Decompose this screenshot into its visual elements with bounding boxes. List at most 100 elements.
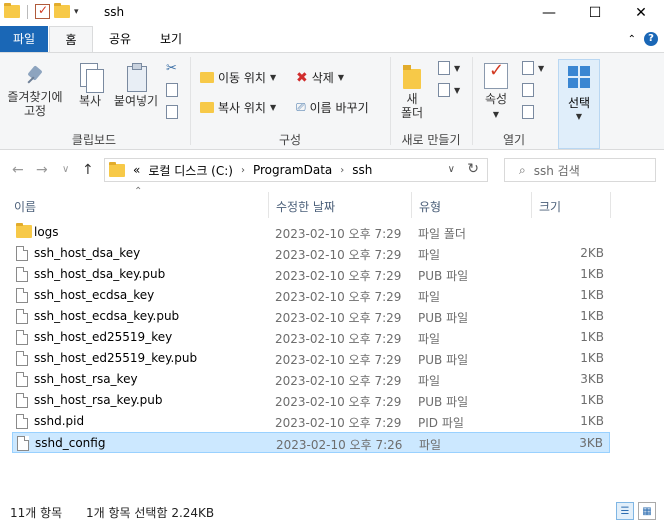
minimize-button[interactable]: — [526, 0, 572, 26]
organize-group-label: 구성 [278, 133, 302, 147]
file-name: sshd.pid [34, 414, 85, 428]
breadcrumb-local-disk[interactable]: 로컬 디스크 (C:) [148, 162, 233, 179]
new-folder-icon[interactable] [54, 3, 70, 18]
recent-locations-icon[interactable]: ∨ [62, 164, 69, 175]
rename-button[interactable]: ⎚ 이름 바꾸기 [296, 99, 369, 116]
history-button[interactable] [522, 105, 534, 119]
rename-label: 이름 바꾸기 [309, 101, 369, 115]
list-item[interactable]: ssh_host_ed25519_key 2023-02-10 오후 7:29 … [12, 327, 610, 348]
list-item[interactable]: ssh_host_dsa_key.pub 2023-02-10 오후 7:29 … [12, 264, 610, 285]
file-date: 2023-02-10 오후 7:29 [275, 227, 402, 241]
maximize-button[interactable]: ☐ [572, 0, 618, 26]
file-size: 3KB [580, 372, 604, 386]
back-icon[interactable]: ← [12, 162, 24, 178]
file-size: 3KB [579, 436, 603, 450]
list-item[interactable]: logs 2023-02-10 오후 7:29 파일 폴더 [12, 222, 610, 243]
collapse-ribbon-icon[interactable]: ⌃ [628, 34, 636, 45]
easy-access-icon [438, 83, 450, 97]
search-input[interactable]: ⌕ ssh 검색 [504, 158, 656, 182]
file-name: ssh_host_rsa_key.pub [34, 393, 163, 407]
file-icon [16, 330, 28, 345]
up-icon[interactable]: ↑ [82, 162, 94, 178]
search-placeholder: ssh 검색 [533, 163, 580, 178]
list-item[interactable]: ssh_host_rsa_key 2023-02-10 오후 7:29 파일 3… [12, 369, 610, 390]
chevron-right-icon[interactable]: › [340, 165, 344, 176]
list-item[interactable]: sshd.pid 2023-02-10 오후 7:29 PID 파일 1KB [12, 411, 610, 432]
column-size[interactable]: 크기 [539, 198, 561, 215]
column-date[interactable]: 수정한 날짜 [276, 198, 335, 215]
file-type: PUB 파일 [418, 353, 469, 367]
list-item[interactable]: ssh_host_dsa_key 2023-02-10 오후 7:29 파일 2… [12, 243, 610, 264]
file-type: PUB 파일 [418, 395, 469, 409]
large-icons-view-icon[interactable]: ▦ [638, 502, 656, 520]
tab-file[interactable]: 파일 [0, 26, 48, 52]
chevron-down-icon: ▼ [575, 112, 583, 121]
delete-button[interactable]: ✖ 삭제 ▼ [296, 69, 344, 86]
move-to-button[interactable]: 이동 위치 ▼ [200, 69, 276, 86]
cut-button[interactable]: ✂ [166, 61, 177, 76]
column-divider[interactable] [531, 192, 532, 218]
copy-button[interactable]: 복사 [72, 63, 108, 108]
copy-path-button[interactable] [166, 83, 178, 97]
address-dropdown-icon[interactable]: ∨ [448, 164, 455, 175]
chevron-right-icon[interactable]: › [241, 165, 245, 176]
pin-quick-access-button[interactable]: 즐겨찾기에 고정 [4, 65, 66, 118]
list-item[interactable]: ssh_host_ed25519_key.pub 2023-02-10 오후 7… [12, 348, 610, 369]
help-icon[interactable]: ? [644, 32, 658, 46]
file-icon [16, 267, 28, 282]
easy-access-button[interactable]: ▼ [438, 83, 460, 97]
column-divider[interactable] [411, 192, 412, 218]
list-item[interactable]: ssh_host_rsa_key.pub 2023-02-10 오후 7:29 … [12, 390, 610, 411]
file-size: 1KB [580, 414, 604, 428]
copy-to-button[interactable]: 복사 위치 ▼ [200, 99, 276, 116]
close-button[interactable]: ✕ [618, 0, 664, 26]
address-bar[interactable]: « 로컬 디스크 (C:) › ProgramData › ssh ∨ ↻ [104, 158, 488, 182]
open-button[interactable]: ▼ [522, 61, 544, 75]
properties-icon[interactable] [35, 3, 50, 19]
new-folder-icon [401, 63, 423, 89]
forward-icon[interactable]: → [36, 162, 48, 178]
list-item[interactable]: ssh_host_ecdsa_key.pub 2023-02-10 오후 7:2… [12, 306, 610, 327]
folder-icon [109, 161, 125, 177]
file-name: ssh_host_dsa_key [34, 246, 141, 260]
breadcrumb-ssh[interactable]: ssh [352, 163, 372, 177]
list-item[interactable]: ssh_host_ecdsa_key 2023-02-10 오후 7:29 파일… [12, 285, 610, 306]
copy-path-icon [166, 83, 178, 97]
details-view-icon[interactable]: ☰ [616, 502, 634, 520]
open-group-label: 열기 [502, 133, 526, 147]
group-divider [190, 57, 191, 145]
history-icon [522, 105, 534, 119]
file-date: 2023-02-10 오후 7:29 [275, 290, 402, 304]
tab-share[interactable]: 공유 [98, 26, 142, 52]
properties-button[interactable]: 속성 ▼ [478, 63, 514, 122]
breadcrumb-programdata[interactable]: ProgramData [253, 163, 332, 177]
paste-shortcut-button[interactable] [166, 105, 178, 119]
breadcrumb-overflow[interactable]: « [133, 163, 140, 177]
tab-home[interactable]: 홈 [49, 26, 93, 53]
paste-label: 붙여넣기 [113, 94, 159, 108]
list-item-selected[interactable]: sshd_config 2023-02-10 오후 7:26 파일 3KB [12, 432, 610, 453]
new-item-button[interactable]: ▼ [438, 61, 460, 75]
file-name: ssh_host_ed25519_key.pub [34, 351, 198, 365]
select-button[interactable]: 선택 ▼ [558, 59, 600, 149]
file-icon [16, 351, 28, 366]
tab-view[interactable]: 보기 [148, 26, 194, 52]
edit-button[interactable] [522, 83, 534, 97]
file-type: PUB 파일 [418, 311, 469, 325]
folder-icon [16, 223, 32, 238]
chevron-down-icon: ▼ [492, 110, 500, 119]
delete-label: 삭제 [311, 71, 334, 85]
selection-info: 1개 항목 선택함 2.24KB [86, 506, 215, 520]
ribbon: 즐겨찾기에 고정 복사 붙여넣기 ✂ 클립보드 이동 위치 ▼ 복사 위치 ▼ … [0, 52, 664, 150]
column-type[interactable]: 유형 [419, 198, 441, 215]
item-count: 11개 항목 [10, 506, 63, 520]
column-divider[interactable] [268, 192, 269, 218]
paste-button[interactable]: 붙여넣기 [110, 63, 162, 108]
refresh-icon[interactable]: ↻ [467, 161, 479, 177]
file-icon [16, 372, 28, 387]
new-folder-button[interactable]: 새 폴더 [396, 63, 428, 120]
chevron-down-icon: ▼ [454, 85, 461, 95]
column-divider[interactable] [610, 192, 611, 218]
customize-toolbar-icon[interactable]: ▾ [74, 7, 79, 17]
column-name[interactable]: 이름 [14, 198, 36, 215]
